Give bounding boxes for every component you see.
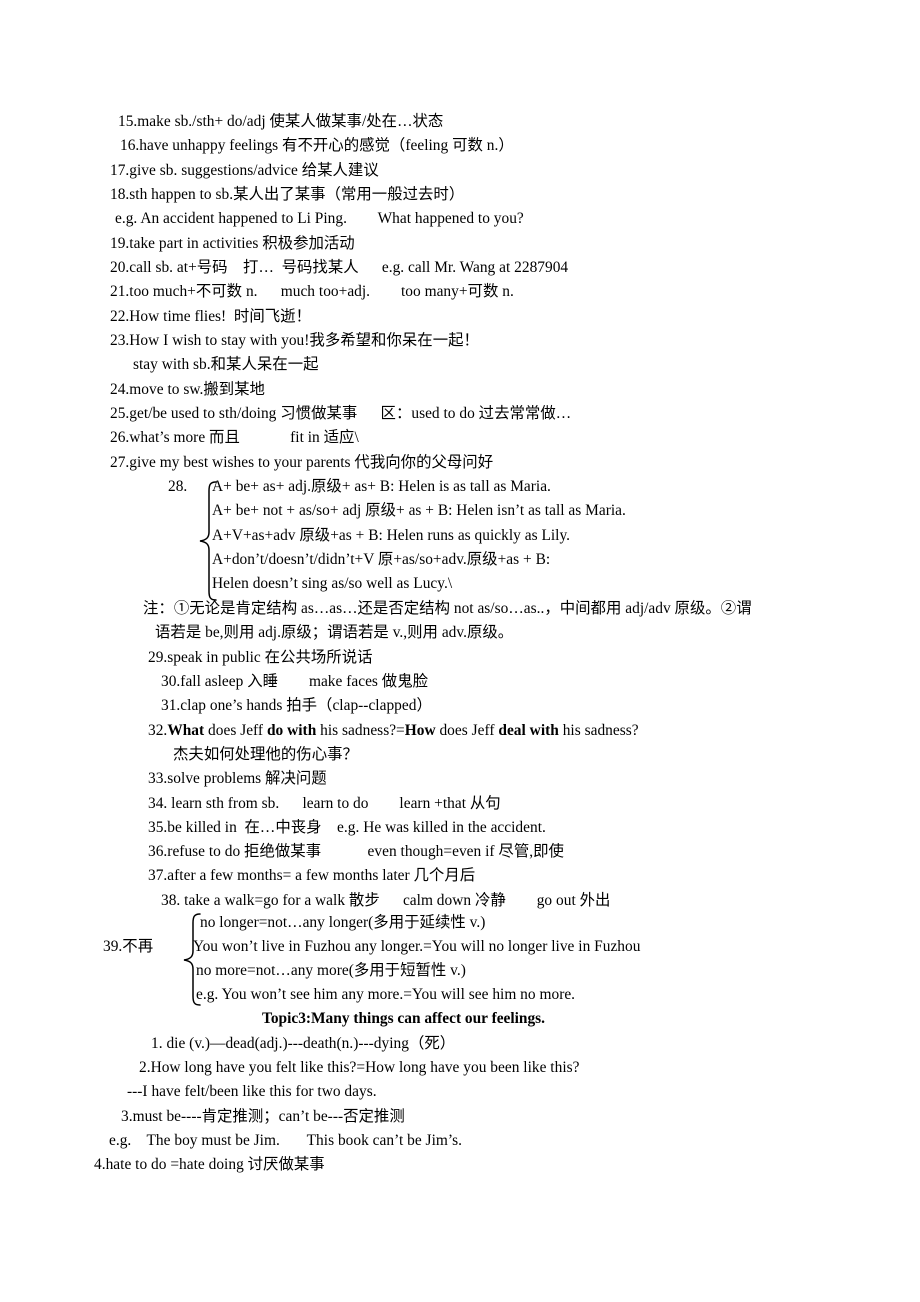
- note-line-29: 29.speak in public 在公共场所说话: [148, 649, 373, 666]
- note-line-32-bold-deal-with: deal with: [498, 722, 559, 739]
- note-line-32: 32.What does Jeff do with his sadness?=H…: [148, 721, 639, 741]
- note-line-18: 18.sth happen to sb.某人出了某事（常用一般过去时）: [110, 186, 465, 203]
- note-line-17: 17.give sb. suggestions/advice 给某人建议: [110, 162, 379, 179]
- note-line-28-e: Helen doesn’t sing as/so well as Lucy.\: [212, 575, 453, 592]
- note-line-23-sub: stay with sb.和某人呆在一起: [133, 356, 319, 373]
- note-line-23: 23.How I wish to stay with you!我多希望和你呆在一…: [110, 332, 479, 349]
- note-line-28-number: 28.: [168, 478, 188, 495]
- note-line-19: 19.take part in activities 积极参加活动: [110, 235, 355, 252]
- note-line-32-number: 32.: [148, 722, 168, 739]
- note-annotation-line-2: 语若是 be,则用 adj.原级；谓语若是 v.,则用 adv.原级。: [155, 624, 514, 641]
- topic3-line-3-example: e.g. The boy must be Jim. This book can’…: [109, 1132, 463, 1149]
- note-line-25: 25.get/be used to sth/doing 习惯做某事 区：used…: [110, 405, 572, 422]
- note-line-36: 36.refuse to do 拒绝做某事 even though=even i…: [148, 843, 564, 860]
- note-line-39-c: no more=not…any more(多用于短暂性 v.): [196, 962, 466, 979]
- note-line-34: 34. learn sth from sb. learn to do learn…: [148, 795, 501, 812]
- note-line-39-number: 39.不再: [103, 938, 154, 955]
- note-line-27: 27.give my best wishes to your parents 代…: [110, 454, 494, 471]
- topic3-heading: Topic3:Many things can affect our feelin…: [262, 1010, 546, 1027]
- topic3-line-1: 1. die (v.)—dead(adj.)---death(n.)---dyi…: [151, 1035, 456, 1052]
- note-line-21: 21.too much+不可数 n. much too+adj. too man…: [110, 283, 514, 300]
- note-line-39-b: You won’t live in Fuzhou any longer.=You…: [193, 938, 641, 955]
- note-line-30: 30.fall asleep 入睡 make faces 做鬼脸: [161, 673, 429, 690]
- note-line-38: 38. take a walk=go for a walk 散步 calm do…: [161, 892, 611, 909]
- note-line-31: 31.clap one’s hands 拍手（clap--clapped）: [161, 697, 432, 714]
- note-line-16: 16.have unhappy feelings 有不开心的感觉（feeling…: [120, 137, 514, 154]
- note-line-28-d: A+don’t/doesn’t/didn’t+V 原+as/so+adv.原级+…: [212, 551, 551, 568]
- note-line-37: 37.after a few months= a few months late…: [148, 867, 476, 884]
- note-annotation-line-1: 注：①无论是肯定结构 as…as…还是否定结构 not as/so…as..，中…: [143, 600, 752, 617]
- note-line-33: 33.solve problems 解决问题: [148, 770, 327, 787]
- note-line-32-text-4: his sadness?: [558, 722, 639, 739]
- note-line-32-bold-how: How: [404, 722, 436, 739]
- note-line-18-example: e.g. An accident happened to Li Ping. Wh…: [115, 210, 524, 227]
- topic3-line-4: 4.hate to do =hate doing 讨厌做某事: [94, 1156, 325, 1173]
- note-line-39-a: no longer=not…any longer(多用于延续性 v.): [200, 914, 486, 931]
- note-line-15: 15.make sb./sth+ do/adj 使某人做某事/处在…状态: [118, 113, 444, 130]
- note-line-32-text-1: does Jeff: [204, 722, 267, 739]
- note-line-28-a: A+ be+ as+ adj.原级+ as+ B: Helen is as ta…: [212, 478, 551, 495]
- document-page: 15.make sb./sth+ do/adj 使某人做某事/处在…状态 16.…: [0, 0, 920, 1302]
- note-line-32-text-3: does Jeff: [435, 722, 499, 739]
- note-line-32-translation: 杰夫如何处理他的伤心事？: [173, 746, 358, 763]
- topic3-line-2: 2.How long have you felt like this?=How …: [139, 1059, 580, 1076]
- note-line-35: 35.be killed in 在…中丧身 e.g. He was killed…: [148, 819, 546, 836]
- note-line-22: 22.How time flies! 时间飞逝！: [110, 308, 311, 325]
- note-line-32-bold-what: What: [167, 722, 205, 739]
- note-line-39-d: e.g. You won’t see him any more.=You wil…: [196, 986, 576, 1003]
- note-line-32-text-2: his sadness?=: [316, 722, 405, 739]
- topic3-line-3: 3.must be----肯定推测；can’t be---否定推测: [121, 1108, 405, 1125]
- note-line-28-b: A+ be+ not + as/so+ adj 原级+ as + B: Hele…: [212, 502, 626, 519]
- note-line-24: 24.move to sw.搬到某地: [110, 381, 265, 398]
- topic3-line-2-answer: ---I have felt/been like this for two da…: [127, 1083, 377, 1100]
- note-line-26: 26.what’s more 而且 fit in 适应\: [110, 429, 359, 446]
- note-line-32-bold-do-with: do with: [266, 722, 317, 739]
- note-line-20: 20.call sb. at+号码 打… 号码找某人 e.g. call Mr.…: [110, 259, 569, 276]
- note-line-28-c: A+V+as+adv 原级+as + B: Helen runs as quic…: [212, 527, 571, 544]
